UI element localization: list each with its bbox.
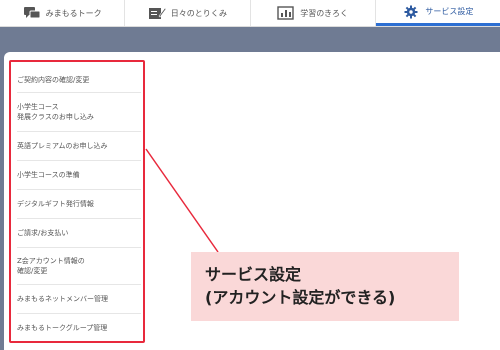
- menu-item-label-line2: 確認/変更: [17, 267, 48, 275]
- menu-item-net-members[interactable]: みまもるネットメンバー管理: [17, 285, 141, 314]
- gear-icon: [402, 5, 420, 19]
- menu-item-advanced-class[interactable]: 小学生コース 発展クラスのお申し込み: [17, 93, 141, 132]
- tab-daily-efforts[interactable]: 日々のとりくみ: [125, 0, 251, 26]
- tab-learning-record[interactable]: 学習のきろく: [251, 0, 376, 26]
- menu-item-billing[interactable]: ご請求/お支払い: [17, 219, 141, 248]
- menu-item-contract[interactable]: ご契約内容の確認/変更: [17, 68, 141, 93]
- menu-item-digital-gift[interactable]: デジタルギフト発行情報: [17, 190, 141, 219]
- tab-mimamoru-talk[interactable]: みまもるトーク: [0, 0, 126, 26]
- chat-icon: [23, 6, 41, 20]
- menu-item-label: ご契約内容の確認/変更: [17, 76, 90, 84]
- menu-item-course-prep[interactable]: 小学生コースの準備: [17, 161, 141, 190]
- service-settings-menu: ご契約内容の確認/変更 小学生コース 発展クラスのお申し込み 英語プレミアムのお…: [9, 60, 145, 343]
- tab-label: みまもるトーク: [45, 8, 102, 18]
- menu-item-label: みまもるネットメンバー管理: [17, 295, 108, 303]
- top-tab-bar: みまもるトーク 日々のとりくみ 学習のきろく サービス設定: [0, 0, 500, 27]
- menu-item-label: ご請求/お支払い: [17, 229, 69, 237]
- menu-item-label: 小学生コース: [17, 103, 59, 111]
- menu-item-label-line2: 発展クラスのお申し込み: [17, 113, 94, 121]
- tab-service-settings[interactable]: サービス設定: [375, 0, 500, 26]
- menu-item-account-info[interactable]: Z会アカウント情報の 確認/変更: [17, 248, 141, 285]
- tab-label: サービス設定: [425, 7, 474, 16]
- menu-item-label: 小学生コースの準備: [17, 171, 80, 179]
- callout-subtitle: (アカウント設定ができる): [205, 288, 396, 307]
- menu-item-label: 英語プレミアムのお申し込み: [17, 142, 108, 150]
- pencil-note-icon: [148, 6, 166, 20]
- tab-label: 日々のとりくみ: [170, 8, 228, 18]
- callout-title: サービス設定: [205, 265, 302, 284]
- menu-item-talk-groups[interactable]: みまもるトークグループ管理: [17, 314, 141, 341]
- menu-item-english-premium[interactable]: 英語プレミアムのお申し込み: [17, 132, 141, 161]
- chart-icon: [277, 6, 295, 20]
- menu-item-label: みまもるトークグループ管理: [17, 324, 108, 332]
- tab-label: 学習のきろく: [300, 8, 348, 18]
- menu-item-label: デジタルギフト発行情報: [17, 200, 94, 208]
- annotation-callout: サービス設定 (アカウント設定ができる): [191, 252, 459, 321]
- menu-item-label: Z会アカウント情報の: [17, 257, 85, 265]
